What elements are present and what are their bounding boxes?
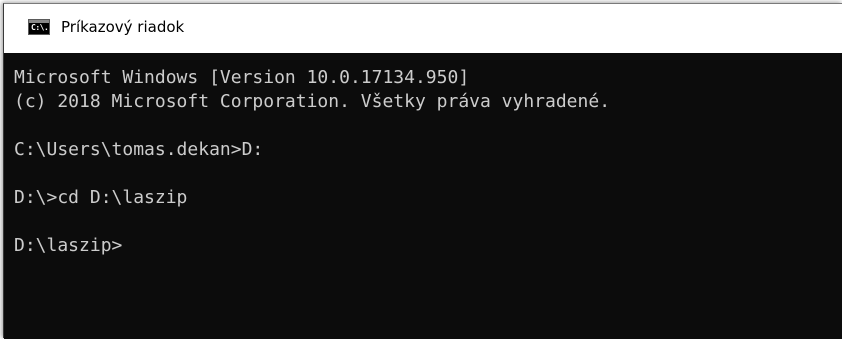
console-output[interactable]: Microsoft Windows [Version 10.0.17134.95… — [4, 53, 842, 339]
console-lines: Microsoft Windows [Version 10.0.17134.95… — [14, 66, 610, 258]
cmd-icon[interactable]: C:\. — [28, 19, 50, 35]
cmd-icon-glyph: C:\. — [31, 23, 49, 32]
console-prompt: D:\laszip> — [14, 235, 123, 256]
console-line: Microsoft Windows [Version 10.0.17134.95… — [14, 67, 470, 88]
title-bar[interactable]: C:\. Príkazový riadok — [4, 4, 842, 53]
window-title: Príkazový riadok — [61, 18, 185, 36]
console-prompt-line[interactable]: D:\laszip> — [14, 234, 610, 258]
command-prompt-window[interactable]: C:\. Príkazový riadok Microsoft Windows … — [3, 3, 842, 339]
console-line: D:\>cd D:\laszip — [14, 187, 188, 208]
console-line: (c) 2018 Microsoft Corporation. Všetky p… — [14, 91, 611, 112]
console-line: C:\Users\tomas.dekan>D: — [14, 139, 264, 160]
